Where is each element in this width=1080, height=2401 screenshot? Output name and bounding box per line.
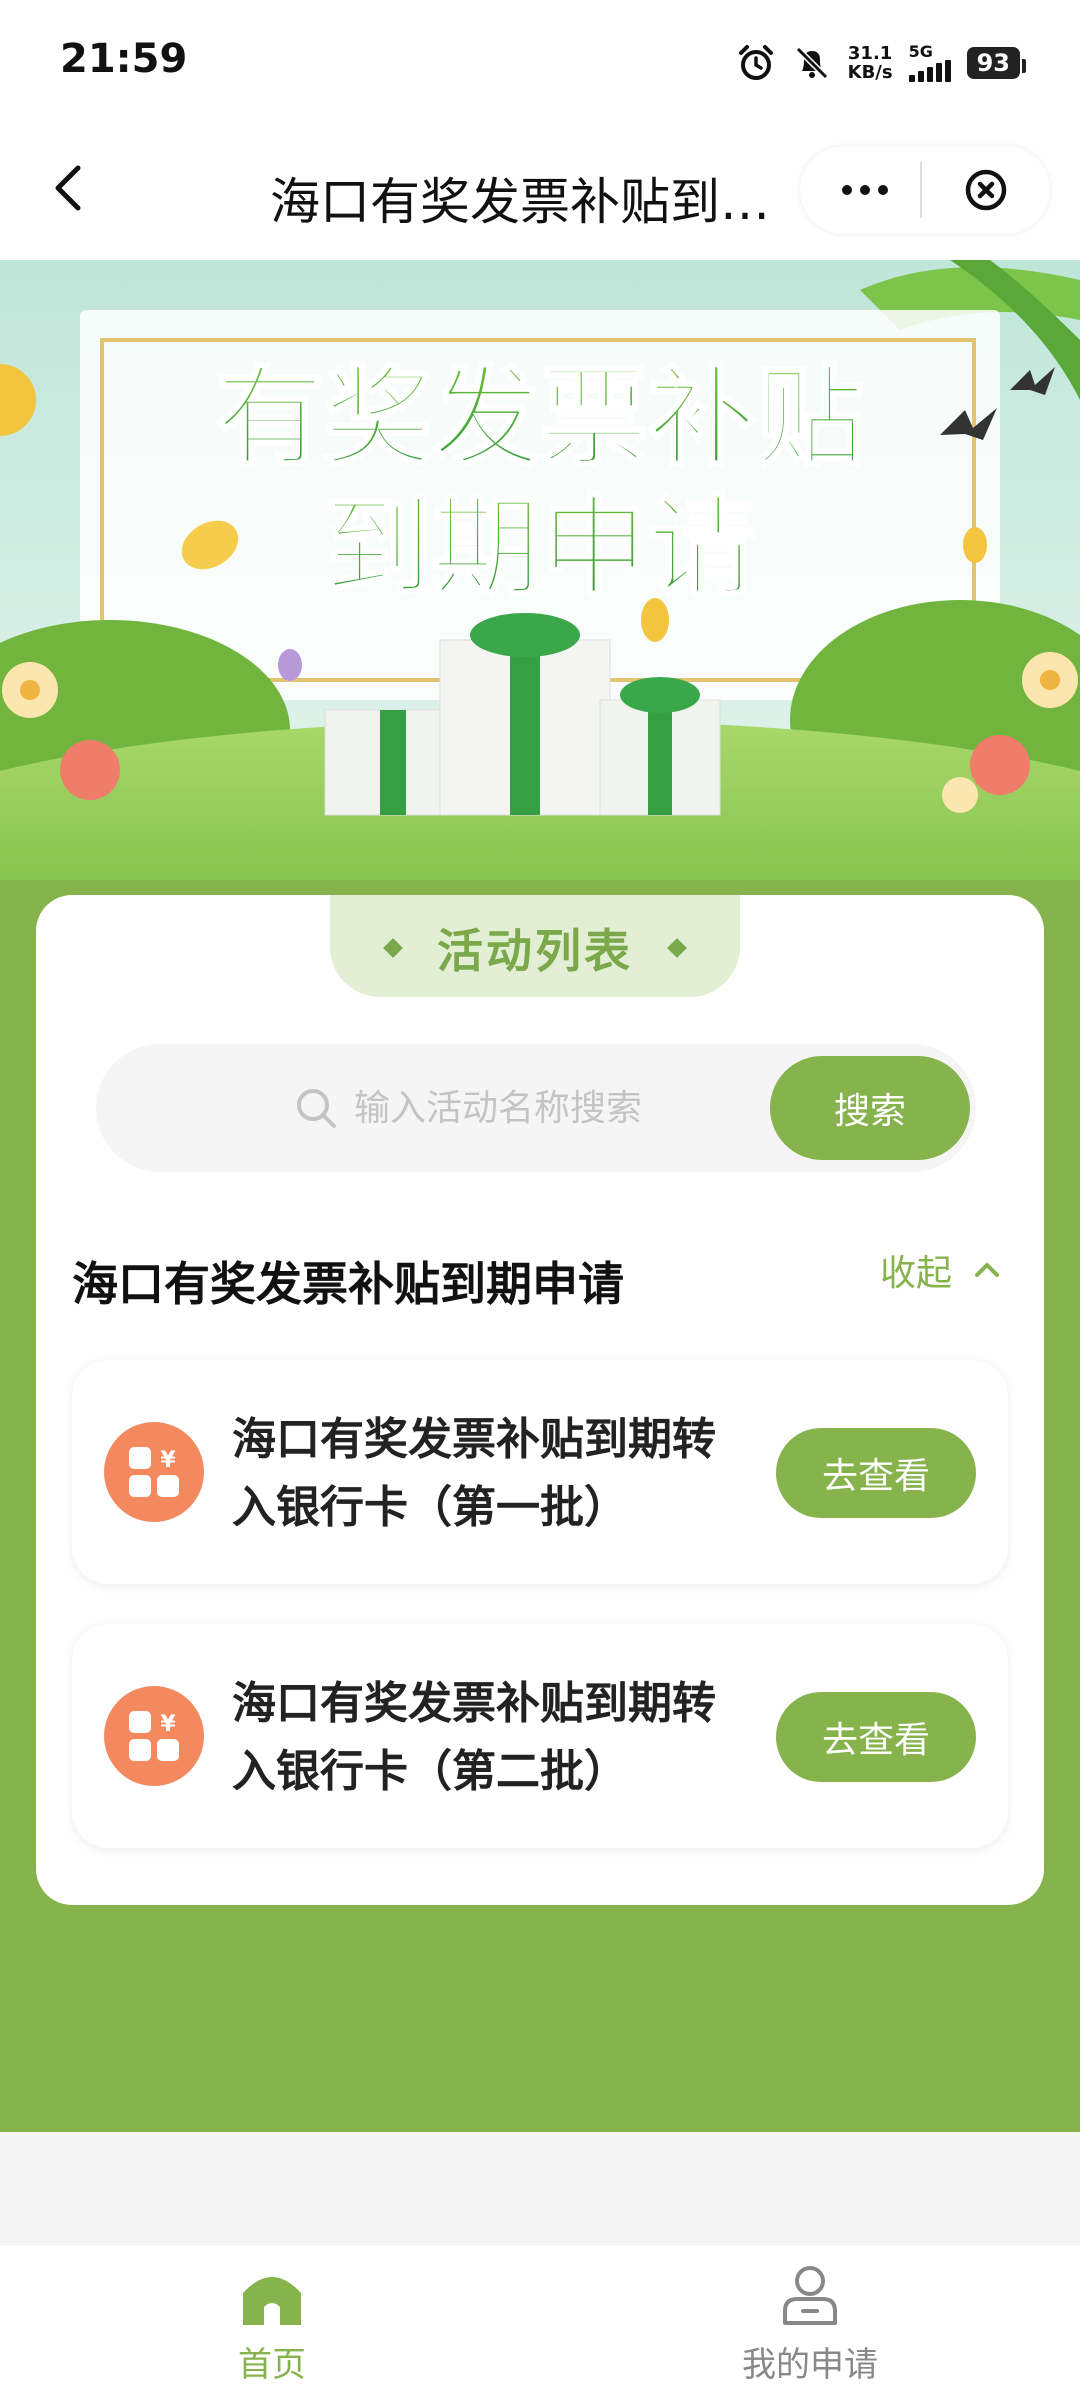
view-button[interactable]: 去查看	[776, 1428, 976, 1518]
collapse-button[interactable]: 收起	[880, 1244, 1002, 1296]
tab-home-label: 首页	[238, 2345, 306, 2385]
home-icon	[243, 2277, 301, 2325]
net-speed-unit: KB/s	[847, 62, 893, 83]
activity-title: 海口有奖发票补贴到期转入银行卡（第一批）	[232, 1414, 716, 1533]
svg-text:¥: ¥	[160, 1712, 176, 1737]
search-icon	[297, 1089, 336, 1128]
network-type: 5G	[908, 42, 933, 61]
collapse-label: 收起	[880, 1253, 953, 1294]
view-button[interactable]: 去查看	[776, 1692, 976, 1782]
search-button[interactable]: 搜索	[770, 1056, 970, 1160]
tab-my-applications-label: 我的申请	[742, 2345, 878, 2385]
activity-item[interactable]: ¥ 海口有奖发票补贴到期转入银行卡（第一批） 去查看	[72, 1360, 1008, 1584]
nav-bar: 海口有奖发票补贴到…	[0, 120, 1080, 260]
back-arrow-icon[interactable]	[40, 158, 100, 218]
bell-mute-icon	[795, 46, 828, 80]
activity-grid-icon: ¥	[104, 1686, 204, 1786]
net-speed-value: 31.1	[847, 43, 893, 64]
activity-list-tab: 活动列表	[330, 895, 740, 997]
status-bar: 21:59 31.1 KB/s 5G 93	[0, 0, 1080, 120]
section-title: 海口有奖发票补贴到期申请	[72, 1257, 624, 1311]
close-circle-icon[interactable]	[962, 166, 1010, 214]
bottom-tab-bar: 首页 我的申请	[0, 2244, 1080, 2401]
signal-bars-icon	[908, 60, 951, 82]
search-input[interactable]	[354, 1074, 754, 1142]
banner-illustration: 有奖发票补贴 到期申请	[0, 260, 1080, 900]
activity-grid-icon: ¥	[104, 1422, 204, 1522]
capsule-divider	[920, 162, 922, 218]
battery-indicator: 93	[966, 47, 1027, 79]
signal: 5G	[908, 42, 951, 82]
tab-home[interactable]: 首页	[147, 2259, 397, 2389]
chevron-up-icon	[975, 1263, 1000, 1277]
banner-title-line1: 有奖发票补贴	[216, 356, 864, 481]
status-time: 21:59	[60, 36, 188, 82]
mini-program-capsule	[800, 146, 1050, 234]
search-bar: 搜索	[96, 1044, 976, 1172]
banner-title-line2: 到期申请	[324, 486, 756, 611]
activity-title: 海口有奖发票补贴到期转入银行卡（第二批）	[232, 1678, 716, 1797]
activity-item[interactable]: ¥ 海口有奖发票补贴到期转入银行卡（第二批） 去查看	[72, 1624, 1008, 1848]
promo-banner: 有奖发票补贴 到期申请	[0, 260, 1080, 900]
more-options-icon[interactable]	[830, 166, 900, 214]
svg-text:¥: ¥	[160, 1448, 176, 1473]
alarm-clock-icon	[738, 45, 773, 80]
net-speed: 31.1 KB/s	[848, 44, 893, 82]
tab-my-applications[interactable]: 我的申请	[685, 2259, 935, 2389]
user-profile-icon	[783, 2266, 837, 2325]
status-icons: 31.1 KB/s 5G 93	[736, 38, 1027, 88]
page-title: 海口有奖发票补贴到…	[270, 173, 770, 231]
